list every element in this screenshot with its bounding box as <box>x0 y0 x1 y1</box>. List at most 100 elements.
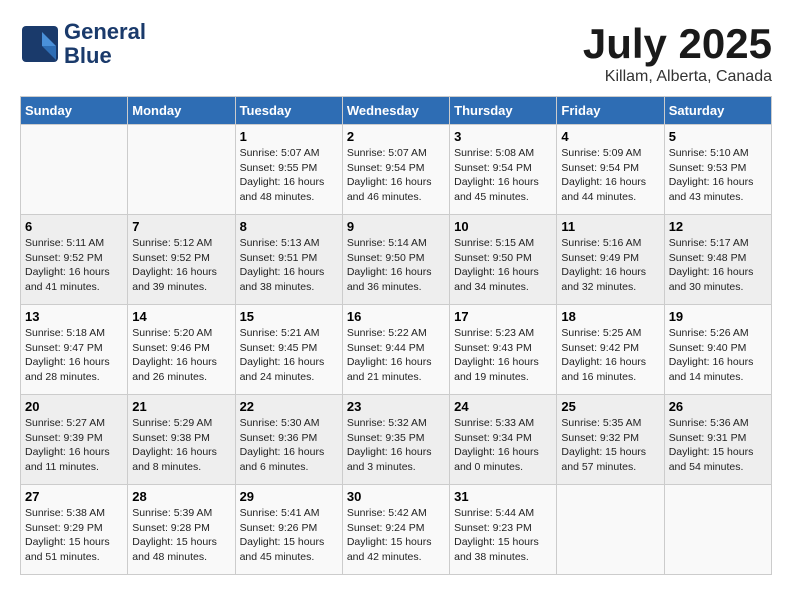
day-detail: Sunrise: 5:09 AM Sunset: 9:54 PM Dayligh… <box>561 146 659 205</box>
day-detail: Sunrise: 5:44 AM Sunset: 9:23 PM Dayligh… <box>454 506 552 565</box>
day-detail: Sunrise: 5:11 AM Sunset: 9:52 PM Dayligh… <box>25 236 123 295</box>
day-number: 26 <box>669 399 767 414</box>
day-detail: Sunrise: 5:33 AM Sunset: 9:34 PM Dayligh… <box>454 416 552 475</box>
day-detail: Sunrise: 5:29 AM Sunset: 9:38 PM Dayligh… <box>132 416 230 475</box>
calendar-cell: 16 Sunrise: 5:22 AM Sunset: 9:44 PM Dayli… <box>342 305 449 395</box>
calendar-week-row: 27 Sunrise: 5:38 AM Sunset: 9:29 PM Dayli… <box>21 485 772 575</box>
calendar-cell: 27 Sunrise: 5:38 AM Sunset: 9:29 PM Dayli… <box>21 485 128 575</box>
calendar-cell: 2Sunrise: 5:07 AM Sunset: 9:54 PM Daylig… <box>342 125 449 215</box>
day-detail: Sunrise: 5:15 AM Sunset: 9:50 PM Dayligh… <box>454 236 552 295</box>
day-detail: Sunrise: 5:13 AM Sunset: 9:51 PM Dayligh… <box>240 236 338 295</box>
day-number: 1 <box>240 129 338 144</box>
calendar-cell: 3 Sunrise: 5:08 AM Sunset: 9:54 PM Daylig… <box>450 125 557 215</box>
day-detail: Sunrise: 5:39 AM Sunset: 9:28 PM Dayligh… <box>132 506 230 565</box>
day-number: 13 <box>25 309 123 324</box>
day-number: 21 <box>132 399 230 414</box>
day-detail: Sunrise: 5:25 AM Sunset: 9:42 PM Dayligh… <box>561 326 659 385</box>
day-number: 3 <box>454 129 552 144</box>
calendar-cell <box>128 125 235 215</box>
weekday-header: Sunday <box>21 97 128 125</box>
day-detail: Sunrise: 5:16 AM Sunset: 9:49 PM Dayligh… <box>561 236 659 295</box>
day-number: 7 <box>132 219 230 234</box>
day-number: 5 <box>669 129 767 144</box>
calendar-header: SundayMondayTuesdayWednesdayThursdayFrid… <box>21 97 772 125</box>
weekday-header: Friday <box>557 97 664 125</box>
day-number: 27 <box>25 489 123 504</box>
day-number: 4 <box>561 129 659 144</box>
day-number: 14 <box>132 309 230 324</box>
day-number: 6 <box>25 219 123 234</box>
calendar-cell: 7 Sunrise: 5:12 AM Sunset: 9:52 PM Daylig… <box>128 215 235 305</box>
calendar-cell: 28 Sunrise: 5:39 AM Sunset: 9:28 PM Dayli… <box>128 485 235 575</box>
day-detail: Sunrise: 5:41 AM Sunset: 9:26 PM Dayligh… <box>240 506 338 565</box>
day-number: 20 <box>25 399 123 414</box>
day-number: 10 <box>454 219 552 234</box>
day-number: 24 <box>454 399 552 414</box>
day-number: 19 <box>669 309 767 324</box>
day-number: 9 <box>347 219 445 234</box>
day-number: 29 <box>240 489 338 504</box>
calendar-week-row: 13 Sunrise: 5:18 AM Sunset: 9:47 PM Dayli… <box>21 305 772 395</box>
calendar-cell: 15 Sunrise: 5:21 AM Sunset: 9:45 PM Dayli… <box>235 305 342 395</box>
day-number: 12 <box>669 219 767 234</box>
day-number: 11 <box>561 219 659 234</box>
title-block: July 2025 Killam, Alberta, Canada <box>583 20 772 86</box>
day-detail: Sunrise: 5:10 AM Sunset: 9:53 PM Dayligh… <box>669 146 767 205</box>
day-number: 31 <box>454 489 552 504</box>
day-number: 28 <box>132 489 230 504</box>
day-detail: Sunrise: 5:38 AM Sunset: 9:29 PM Dayligh… <box>25 506 123 565</box>
logo-line2: Blue <box>64 44 146 68</box>
calendar-cell: 4 Sunrise: 5:09 AM Sunset: 9:54 PM Daylig… <box>557 125 664 215</box>
calendar-cell: 11 Sunrise: 5:16 AM Sunset: 9:49 PM Dayli… <box>557 215 664 305</box>
day-detail: Sunrise: 5:20 AM Sunset: 9:46 PM Dayligh… <box>132 326 230 385</box>
day-detail: Sunrise: 5:22 AM Sunset: 9:44 PM Dayligh… <box>347 326 445 385</box>
day-detail: Sunrise: 5:12 AM Sunset: 9:52 PM Dayligh… <box>132 236 230 295</box>
day-detail: Sunrise: 5:42 AM Sunset: 9:24 PM Dayligh… <box>347 506 445 565</box>
calendar-week-row: 20 Sunrise: 5:27 AM Sunset: 9:39 PM Dayli… <box>21 395 772 485</box>
calendar-cell <box>21 125 128 215</box>
day-detail: Sunrise: 5:17 AM Sunset: 9:48 PM Dayligh… <box>669 236 767 295</box>
page-header: General Blue July 2025 Killam, Alberta, … <box>20 20 772 86</box>
calendar-cell: 20 Sunrise: 5:27 AM Sunset: 9:39 PM Dayli… <box>21 395 128 485</box>
day-number: 30 <box>347 489 445 504</box>
calendar-cell: 12 Sunrise: 5:17 AM Sunset: 9:48 PM Dayli… <box>664 215 771 305</box>
day-detail: Sunrise: 5:08 AM Sunset: 9:54 PM Dayligh… <box>454 146 552 205</box>
day-number: 15 <box>240 309 338 324</box>
day-detail: Sunrise: 5:07 AM Sunset: 9:55 PM Dayligh… <box>240 146 338 205</box>
day-detail: Sunrise: 5:32 AM Sunset: 9:35 PM Dayligh… <box>347 416 445 475</box>
day-number: 16 <box>347 309 445 324</box>
logo-line1: General <box>64 20 146 44</box>
calendar-cell: 14 Sunrise: 5:20 AM Sunset: 9:46 PM Dayli… <box>128 305 235 395</box>
day-detail: Sunrise: 5:35 AM Sunset: 9:32 PM Dayligh… <box>561 416 659 475</box>
calendar-cell: 26 Sunrise: 5:36 AM Sunset: 9:31 PM Dayli… <box>664 395 771 485</box>
calendar-cell: 6 Sunrise: 5:11 AM Sunset: 9:52 PM Daylig… <box>21 215 128 305</box>
day-detail: Sunrise: 5:27 AM Sunset: 9:39 PM Dayligh… <box>25 416 123 475</box>
calendar-cell: 13 Sunrise: 5:18 AM Sunset: 9:47 PM Dayli… <box>21 305 128 395</box>
calendar-cell: 8 Sunrise: 5:13 AM Sunset: 9:51 PM Daylig… <box>235 215 342 305</box>
calendar-cell: 17 Sunrise: 5:23 AM Sunset: 9:43 PM Dayli… <box>450 305 557 395</box>
day-number: 22 <box>240 399 338 414</box>
calendar-cell: 22Sunrise: 5:30 AM Sunset: 9:36 PM Dayli… <box>235 395 342 485</box>
weekday-header: Tuesday <box>235 97 342 125</box>
calendar-week-row: 6 Sunrise: 5:11 AM Sunset: 9:52 PM Daylig… <box>21 215 772 305</box>
day-detail: Sunrise: 5:14 AM Sunset: 9:50 PM Dayligh… <box>347 236 445 295</box>
calendar-cell: 25Sunrise: 5:35 AM Sunset: 9:32 PM Dayli… <box>557 395 664 485</box>
calendar-cell: 21 Sunrise: 5:29 AM Sunset: 9:38 PM Dayli… <box>128 395 235 485</box>
day-detail: Sunrise: 5:21 AM Sunset: 9:45 PM Dayligh… <box>240 326 338 385</box>
calendar-cell: 23Sunrise: 5:32 AM Sunset: 9:35 PM Dayli… <box>342 395 449 485</box>
calendar-cell: 29 Sunrise: 5:41 AM Sunset: 9:26 PM Dayli… <box>235 485 342 575</box>
weekday-header: Monday <box>128 97 235 125</box>
calendar-cell: 9 Sunrise: 5:14 AM Sunset: 9:50 PM Daylig… <box>342 215 449 305</box>
day-number: 2 <box>347 129 445 144</box>
calendar-cell: 24 Sunrise: 5:33 AM Sunset: 9:34 PM Dayli… <box>450 395 557 485</box>
day-number: 18 <box>561 309 659 324</box>
day-number: 8 <box>240 219 338 234</box>
logo-icon <box>20 24 60 64</box>
calendar-cell: 18 Sunrise: 5:25 AM Sunset: 9:42 PM Dayli… <box>557 305 664 395</box>
day-detail: Sunrise: 5:26 AM Sunset: 9:40 PM Dayligh… <box>669 326 767 385</box>
day-detail: Sunrise: 5:23 AM Sunset: 9:43 PM Dayligh… <box>454 326 552 385</box>
weekday-row: SundayMondayTuesdayWednesdayThursdayFrid… <box>21 97 772 125</box>
day-detail: Sunrise: 5:36 AM Sunset: 9:31 PM Dayligh… <box>669 416 767 475</box>
day-detail: Sunrise: 5:18 AM Sunset: 9:47 PM Dayligh… <box>25 326 123 385</box>
day-number: 17 <box>454 309 552 324</box>
